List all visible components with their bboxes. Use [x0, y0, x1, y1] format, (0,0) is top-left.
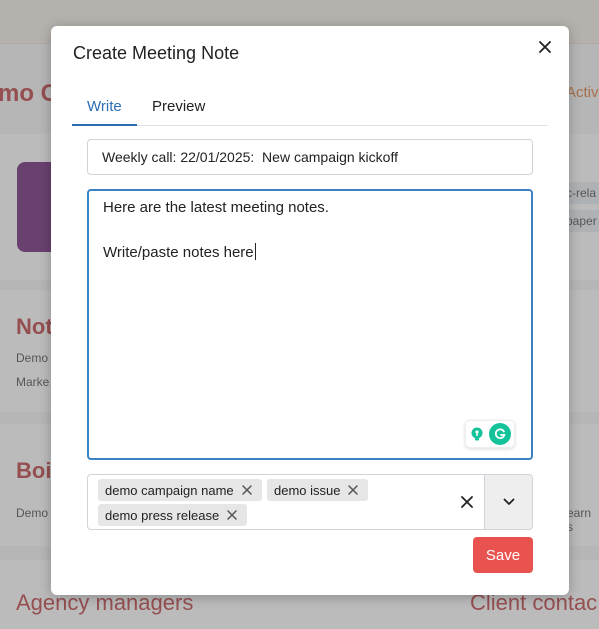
tag-label: demo press release [105, 508, 220, 523]
editor-tabs: Write Preview [72, 94, 548, 126]
close-icon [227, 510, 237, 520]
tab-write[interactable]: Write [87, 98, 122, 115]
create-meeting-note-modal: Create Meeting Note Write Preview Here a… [51, 26, 569, 595]
tag-label: demo issue [274, 483, 341, 498]
tag-chip: demo campaign name [98, 479, 262, 501]
tag-chip: demo issue [267, 479, 369, 501]
notes-line-with-caret: Write/paste notes here [103, 243, 256, 261]
close-button[interactable] [535, 37, 555, 57]
close-icon [241, 485, 252, 495]
notes-line: Write/paste notes here [103, 244, 254, 261]
close-icon [461, 496, 473, 508]
modal-title: Create Meeting Note [73, 43, 240, 63]
grammarly-widget[interactable] [465, 420, 515, 448]
chevron-down-icon [503, 498, 514, 505]
clear-tags-button[interactable] [458, 493, 476, 511]
close-icon [348, 485, 359, 495]
notes-line: Here are the latest meeting notes. [103, 199, 329, 216]
active-tab-indicator [72, 124, 137, 126]
close-icon [539, 41, 551, 53]
lightbulb-icon[interactable] [469, 426, 485, 442]
remove-tag-button[interactable] [227, 508, 241, 522]
save-button[interactable]: Save [473, 537, 533, 573]
tags-dropdown-toggle[interactable] [485, 475, 532, 529]
remove-tag-button[interactable] [348, 483, 362, 497]
grammarly-icon[interactable] [489, 423, 511, 445]
text-caret [254, 243, 256, 260]
tag-chip: demo press release [98, 504, 248, 526]
note-title-input[interactable] [87, 139, 533, 175]
tag-label: demo campaign name [105, 483, 234, 498]
tab-preview[interactable]: Preview [152, 98, 205, 115]
notes-textarea[interactable]: Here are the latest meeting notes. Write… [87, 189, 533, 460]
remove-tag-button[interactable] [241, 483, 256, 497]
tags-multiselect[interactable]: demo campaign name demo issue demo press… [87, 474, 533, 530]
